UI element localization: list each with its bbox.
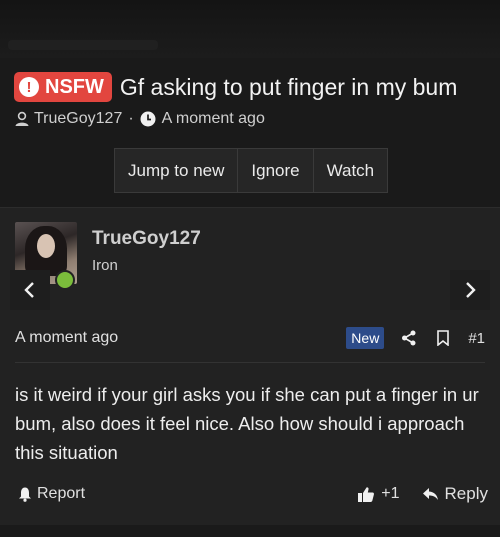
next-button[interactable] (450, 270, 490, 310)
faded-breadcrumb (8, 40, 158, 50)
post-body: is it weird if your girl asks you if she… (15, 384, 479, 463)
report-label: Report (37, 485, 86, 502)
post: TrueGoy127 Iron A moment ago New #1 is i… (0, 207, 500, 525)
bookmark-icon[interactable] (434, 329, 452, 347)
chevron-left-icon (24, 282, 34, 298)
thread-meta: TrueGoy127 · A moment ago (14, 110, 490, 128)
thread-title: Gf asking to put finger in my bum (119, 73, 458, 100)
thread-time[interactable]: A moment ago (162, 110, 265, 128)
ignore-button[interactable]: Ignore (238, 149, 314, 192)
reply-button[interactable]: Reply (422, 484, 488, 504)
nsfw-badge[interactable]: ! NSFW (14, 72, 112, 102)
chevron-right-icon (466, 282, 476, 298)
divider (15, 362, 485, 363)
bell-icon (19, 487, 31, 502)
reply-label: Reply (444, 484, 488, 503)
avatar-face (37, 234, 55, 258)
watch-button[interactable]: Watch (314, 149, 388, 192)
jump-to-new-button[interactable]: Jump to new (115, 149, 239, 192)
prev-button[interactable] (10, 270, 50, 310)
thread-author-link[interactable]: TrueGoy127 (34, 110, 122, 128)
post-date[interactable]: A moment ago (15, 329, 118, 347)
clock-icon (140, 111, 156, 127)
top-bar (0, 0, 500, 58)
new-badge: New (346, 327, 385, 349)
report-button[interactable]: Report (18, 485, 85, 503)
exclamation-icon: ! (19, 77, 39, 97)
share-icon[interactable] (400, 329, 418, 347)
thread-actions: Jump to new Ignore Watch (114, 148, 389, 193)
title-line: ! NSFW Gf asking to put finger in my bum (14, 72, 490, 102)
user-title: Iron (92, 257, 118, 274)
meta-separator: · (128, 110, 134, 127)
nsfw-label: NSFW (45, 75, 104, 98)
post-tools: New #1 (346, 327, 485, 349)
thread-header: ! NSFW Gf asking to put finger in my bum… (14, 72, 490, 128)
reply-arrow-icon (422, 488, 438, 500)
like-button[interactable]: +1 (357, 485, 400, 503)
post-meta: A moment ago New #1 (15, 326, 485, 350)
like-count: +1 (381, 485, 400, 502)
post-footer: Report +1 Reply (18, 482, 488, 506)
post-username[interactable]: TrueGoy127 (92, 228, 201, 250)
user-icon (15, 111, 29, 126)
online-status-indicator (55, 270, 75, 290)
footer-actions: +1 Reply (357, 484, 488, 504)
thumbs-up-icon (358, 486, 375, 502)
post-number-link[interactable]: #1 (468, 330, 485, 347)
